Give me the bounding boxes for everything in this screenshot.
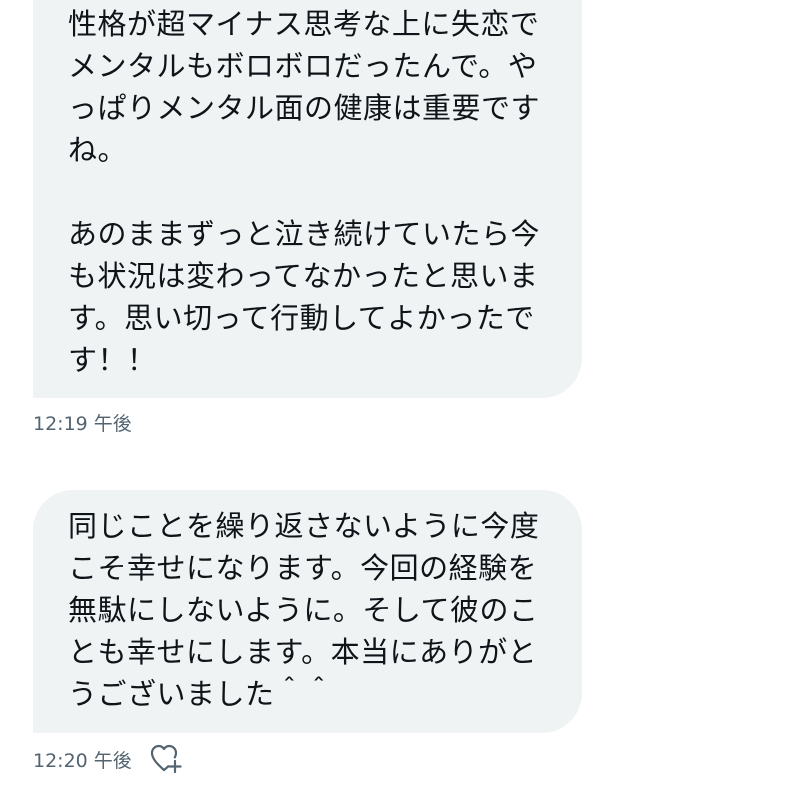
message-line: す！！: [68, 343, 157, 377]
message-line: も状況は変わってなかったと思いま: [68, 259, 539, 293]
message-line: メンタルもボロボロだったんで。や: [68, 49, 538, 83]
add-reaction-heart-icon[interactable]: [150, 744, 184, 774]
message-line: あのままずっと泣き続けていたら今: [68, 217, 541, 251]
message-bubble[interactable]: 性格が超マイナス思考な上に失恋で メンタルもボロボロだったんで。や っぱりメンタ…: [33, 0, 582, 398]
heart-plus-icon: [150, 744, 182, 774]
message-line: っぱりメンタル面の健康は重要です: [68, 91, 541, 125]
message-line: 同じことを繰り返さないように今度: [68, 509, 540, 543]
message-line: うございました＾＾: [68, 677, 334, 711]
message-timestamp: 12:20 午後: [33, 749, 132, 772]
message-line: 性格が超マイナス思考な上に失恋で: [68, 7, 540, 41]
message-line: とも幸せにします。本当にありがと: [68, 635, 538, 669]
chat-thread: 性格が超マイナス思考な上に失恋で メンタルもボロボロだったんで。や っぱりメンタ…: [0, 0, 800, 802]
message-line: こそ幸せになります。今回の経験を: [68, 551, 538, 585]
message-meta: 12:19 午後: [33, 409, 132, 436]
message-meta: 12:20 午後: [33, 744, 184, 774]
message-line: す。思い切って行動してよかったで: [68, 301, 535, 335]
message-line: 無駄にしないように。そして彼のこ: [68, 593, 539, 627]
message-bubble[interactable]: 同じことを繰り返さないように今度 こそ幸せになります。今回の経験を 無駄にしない…: [33, 490, 582, 733]
message-timestamp: 12:19 午後: [33, 413, 132, 435]
message-line: ね。: [68, 133, 128, 167]
